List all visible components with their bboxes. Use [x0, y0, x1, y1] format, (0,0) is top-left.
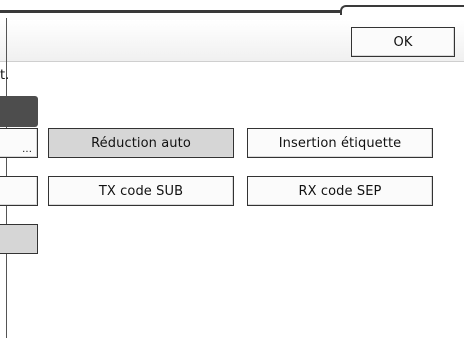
partial-option-button-2[interactable] [0, 176, 38, 206]
insertion-etiquette-button[interactable]: Insertion étiquette [247, 128, 433, 158]
ok-button[interactable]: OK [351, 27, 455, 57]
title-bar-tab [340, 5, 464, 15]
instruction-text: t. [0, 68, 10, 83]
partial-option-button-1[interactable]: ... [0, 128, 38, 158]
partial-option-button-3[interactable] [0, 224, 38, 254]
rx-code-sep-button[interactable]: RX code SEP [247, 176, 433, 206]
selected-category-tab[interactable] [0, 96, 38, 127]
reduction-auto-button[interactable]: Réduction auto [48, 128, 234, 158]
tx-code-sub-button[interactable]: TX code SUB [48, 176, 234, 206]
more-indicator: ... [22, 144, 32, 155]
